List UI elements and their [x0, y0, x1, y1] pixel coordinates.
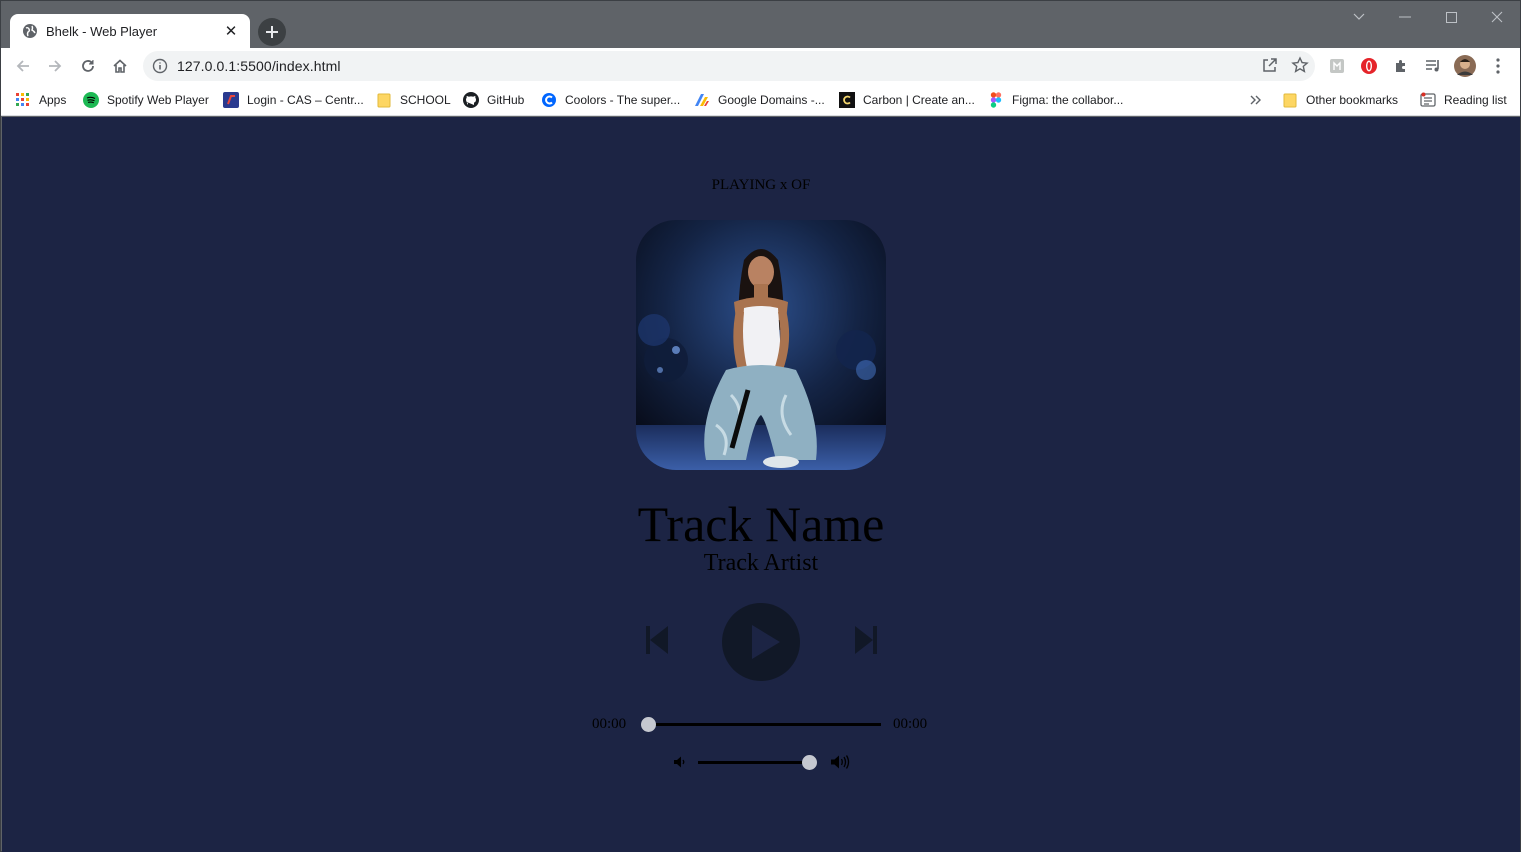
tab-search-icon[interactable] — [1336, 1, 1382, 33]
seek-slider[interactable] — [648, 723, 881, 726]
coolors-icon — [541, 92, 557, 108]
volume-slider[interactable] — [698, 761, 810, 764]
page-viewport: PLAYING x OF Track Name Track Artist 00:… — [2, 117, 1520, 852]
seek-slider-thumb[interactable] — [641, 717, 656, 732]
bookmark-github[interactable]: GitHub — [463, 89, 524, 111]
browser-window: Bhelk - Web Player ✕ 127.0.0.1:5500/inde… — [0, 0, 1521, 852]
figma-icon — [988, 92, 1004, 108]
bookmark-label: SCHOOL — [400, 93, 451, 107]
minimize-button[interactable] — [1382, 1, 1428, 33]
reading-list-icon — [1420, 92, 1436, 108]
next-track-button[interactable] — [854, 625, 878, 655]
bookmark-figma[interactable]: Figma: the collabor... — [988, 89, 1123, 111]
globe-icon — [23, 24, 37, 38]
bookmark-coolors[interactable]: Coolors - The super... — [541, 89, 680, 111]
playback-controls — [2, 601, 1520, 681]
folder-icon — [1282, 92, 1298, 108]
tab-strip: Bhelk - Web Player ✕ — [1, 1, 1520, 48]
extension-icon[interactable] — [1323, 52, 1351, 80]
star-icon[interactable] — [1291, 56, 1309, 74]
close-tab-icon[interactable]: ✕ — [222, 22, 240, 40]
bookmark-label: Apps — [39, 93, 67, 107]
folder-icon — [376, 92, 392, 108]
arrow-right-icon — [49, 60, 62, 72]
reading-list-button[interactable]: Reading list — [1420, 89, 1507, 111]
volume-up-icon[interactable] — [829, 753, 851, 771]
back-button[interactable] — [9, 52, 37, 80]
cas-icon — [223, 92, 239, 108]
reload-icon — [82, 60, 94, 72]
total-duration: 00:00 — [893, 716, 928, 732]
volume-slider-thumb[interactable] — [801, 755, 817, 770]
spotify-icon — [83, 92, 99, 108]
media-queue-icon[interactable] — [1419, 52, 1447, 80]
google-domains-icon — [694, 92, 710, 108]
new-tab-button[interactable] — [258, 18, 286, 46]
browser-toolbar: 127.0.0.1:5500/index.html — [1, 48, 1520, 84]
play-icon — [722, 603, 800, 681]
avatar[interactable] — [1451, 52, 1479, 80]
reload-button[interactable] — [74, 52, 102, 80]
address-bar[interactable]: 127.0.0.1:5500/index.html — [143, 51, 1315, 81]
apps-grid-icon — [15, 92, 31, 108]
carbon-icon — [839, 92, 855, 108]
arrow-left-icon — [16, 60, 29, 72]
plus-icon — [266, 26, 278, 38]
omnibox-actions — [1261, 56, 1309, 74]
info-icon[interactable] — [152, 58, 168, 74]
bookmark-label: Reading list — [1444, 93, 1507, 107]
url-text[interactable]: 127.0.0.1:5500/index.html — [177, 58, 341, 74]
window-controls — [1336, 1, 1520, 33]
maximize-button[interactable] — [1428, 1, 1474, 33]
bookmark-google-domains[interactable]: Google Domains -... — [694, 89, 825, 111]
home-button[interactable] — [106, 52, 134, 80]
skip-previous-icon — [646, 626, 668, 654]
close-window-button[interactable] — [1474, 1, 1520, 33]
bookmark-label: Figma: the collabor... — [1012, 93, 1124, 107]
bookmark-label: Coolors - The super... — [565, 93, 681, 107]
current-time: 00:00 — [592, 716, 627, 732]
github-icon — [463, 92, 479, 108]
previous-track-button[interactable] — [645, 625, 669, 655]
opera-stop-icon[interactable] — [1355, 52, 1383, 80]
forward-button[interactable] — [41, 52, 69, 80]
playing-status-label: PLAYING x OF — [711, 177, 811, 193]
bookmarks-overflow-icon[interactable] — [1250, 89, 1262, 111]
volume-down-icon[interactable] — [672, 754, 688, 770]
bookmark-label: Google Domains -... — [718, 93, 825, 107]
bookmark-carbon[interactable]: Carbon | Create an... — [839, 89, 975, 111]
browser-tab[interactable]: Bhelk - Web Player ✕ — [10, 14, 250, 48]
bookmark-other-bookmarks[interactable]: Other bookmarks — [1282, 89, 1398, 111]
track-artist: Track Artist — [703, 550, 819, 576]
bookmark-school-folder[interactable]: SCHOOL — [376, 89, 451, 111]
bookmark-label: Carbon | Create an... — [863, 93, 975, 107]
bookmark-apps[interactable]: Apps — [15, 89, 66, 111]
bookmark-label: Other bookmarks — [1306, 93, 1399, 107]
bookmark-label: Spotify Web Player — [107, 93, 209, 107]
bookmark-spotify[interactable]: Spotify Web Player — [83, 89, 209, 111]
bookmark-label: GitHub — [487, 93, 525, 107]
bookmarks-bar: Apps Spotify Web Player Login - CAS – Ce… — [1, 84, 1520, 116]
bookmark-cas-login[interactable]: Login - CAS – Centr... — [223, 89, 364, 111]
kebab-menu-icon[interactable] — [1484, 52, 1512, 80]
skip-next-icon — [855, 626, 877, 654]
bookmark-label: Login - CAS – Centr... — [247, 93, 364, 107]
puzzle-icon[interactable] — [1387, 52, 1415, 80]
play-button[interactable] — [722, 603, 800, 681]
home-icon — [113, 59, 127, 73]
share-icon[interactable] — [1261, 56, 1279, 74]
tab-title: Bhelk - Web Player — [46, 23, 158, 39]
track-name: Track Name — [637, 496, 885, 552]
album-art-image — [636, 220, 886, 470]
